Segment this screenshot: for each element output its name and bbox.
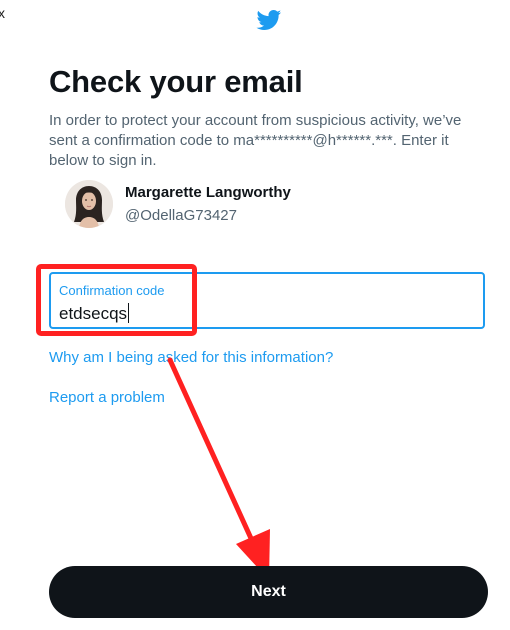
close-icon[interactable]: x <box>0 6 5 20</box>
why-asked-link[interactable]: Why am I being asked for this informatio… <box>49 349 333 366</box>
page-title: Check your email <box>49 64 303 99</box>
twitter-bird-icon <box>256 9 282 30</box>
annotation-highlight-box <box>36 264 197 336</box>
avatar <box>65 180 113 228</box>
user-handle: @OdellaG73427 <box>125 207 237 224</box>
check-email-page: x Check your email In order to protect y… <box>0 0 510 630</box>
page-description: In order to protect your account from su… <box>49 112 462 169</box>
next-button[interactable]: Next <box>49 566 488 618</box>
user-display-name: Margarette Langworthy <box>125 184 291 201</box>
avatar-portrait-icon <box>65 180 113 228</box>
report-problem-link[interactable]: Report a problem <box>49 389 165 406</box>
